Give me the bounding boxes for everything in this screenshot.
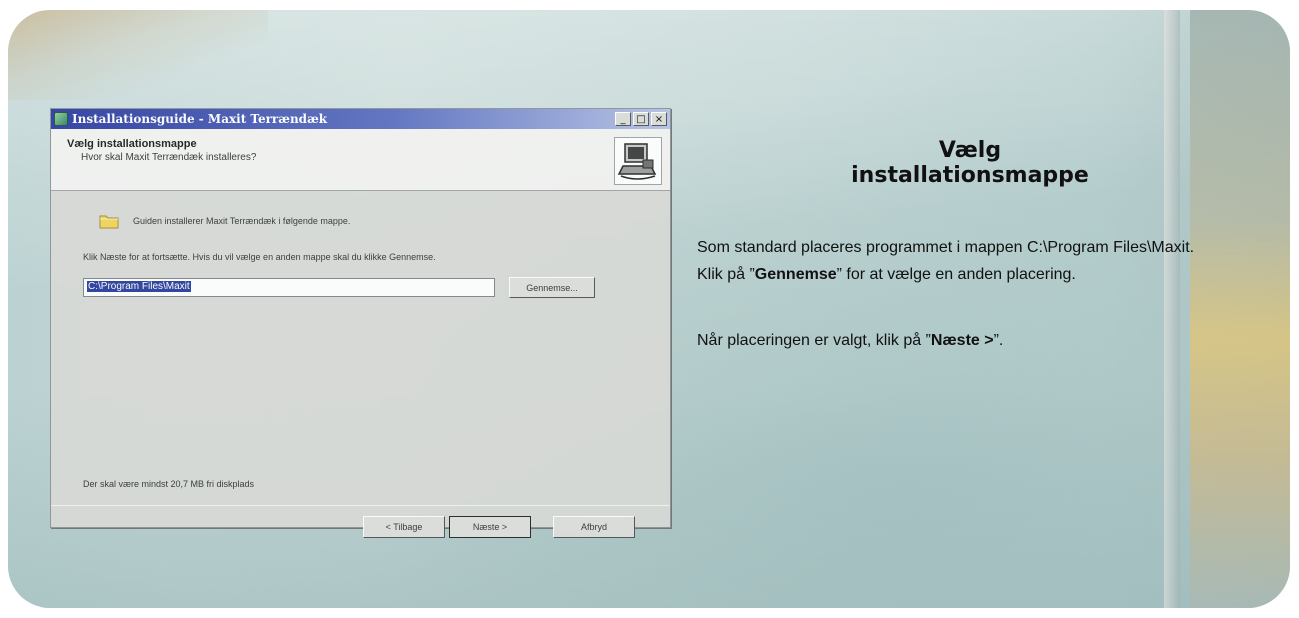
panel-paragraph-1: Som standard placeres programmet i mappe… bbox=[697, 234, 1217, 288]
installer-app-icon bbox=[54, 112, 68, 126]
minimize-button[interactable]: _ bbox=[615, 112, 631, 126]
wizard-buttons: < Tilbage Næste > Afbryd bbox=[51, 506, 670, 548]
installer-dialog: Installationsguide - Maxit Terrændæk _ □… bbox=[50, 108, 671, 538]
next-button[interactable]: Næste > bbox=[449, 516, 531, 538]
disk-space-text: Der skal være mindst 20,7 MB fri diskpla… bbox=[83, 479, 255, 489]
cancel-button[interactable]: Afbryd bbox=[553, 516, 635, 538]
panel-heading-line1: Vælg bbox=[938, 138, 1002, 163]
panel-heading-line2: installationsmappe bbox=[851, 163, 1089, 188]
panel-heading: Vælg installationsmappe bbox=[720, 138, 1220, 188]
p2-text-2: ”. bbox=[993, 332, 1004, 349]
wizard-content: Guiden installerer Maxit Terrændæk i føl… bbox=[51, 191, 670, 505]
wizard-header: Vælg installationsmappe Hvor skal Maxit … bbox=[51, 129, 670, 191]
install-info-text: Guiden installerer Maxit Terrændæk i føl… bbox=[133, 216, 351, 226]
window-title: Installationsguide - Maxit Terrændæk bbox=[72, 112, 328, 126]
install-path-input[interactable]: C:\Program Files\Maxit bbox=[83, 278, 495, 297]
folder-icon bbox=[99, 215, 119, 229]
p1-bold: Gennemse bbox=[754, 266, 837, 283]
close-button[interactable]: × bbox=[651, 112, 667, 126]
install-path-value: C:\Program Files\Maxit bbox=[87, 281, 191, 292]
p2-text-1: Når placeringen er valgt, klik på ” bbox=[697, 332, 931, 349]
p2-bold: Næste > bbox=[930, 332, 994, 349]
instruction-text: Klik Næste for at fortsætte. Hvis du vil… bbox=[83, 252, 436, 262]
panel-paragraph-2: Når placeringen er valgt, klik på ”Næste… bbox=[697, 327, 1217, 354]
header-title: Vælg installationsmappe bbox=[67, 138, 197, 150]
back-button[interactable]: < Tilbage bbox=[363, 516, 445, 538]
background-beam bbox=[8, 10, 268, 100]
maximize-button[interactable]: □ bbox=[633, 112, 649, 126]
header-subtitle: Hvor skal Maxit Terrændæk installeres? bbox=[81, 152, 257, 163]
background-wall bbox=[1190, 10, 1290, 608]
background-post bbox=[1164, 10, 1180, 608]
title-bar[interactable]: Installationsguide - Maxit Terrændæk _ □… bbox=[51, 109, 670, 129]
browse-button[interactable]: Gennemse... bbox=[509, 277, 595, 298]
p1-text-2: ” for at vælge en anden placering. bbox=[836, 266, 1076, 283]
computer-setup-icon bbox=[614, 137, 662, 185]
